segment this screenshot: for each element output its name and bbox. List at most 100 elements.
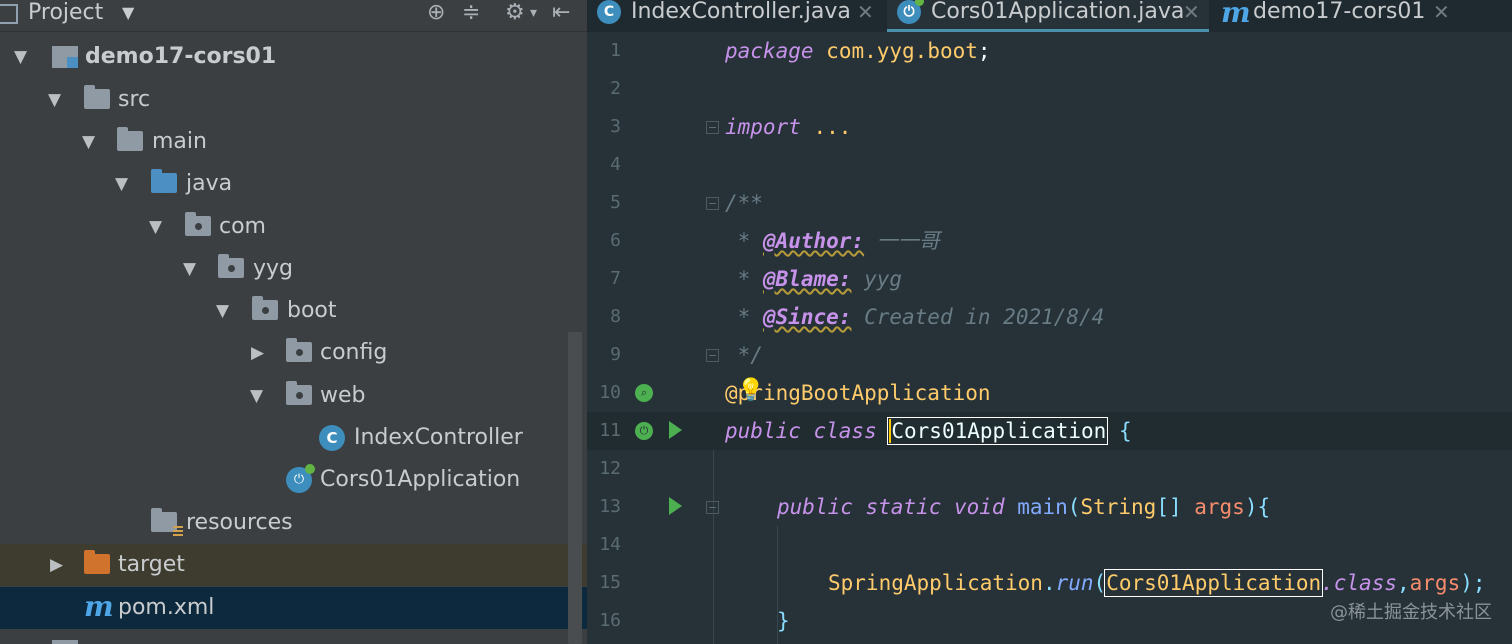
tree-node-label: IndexController [354,425,523,450]
collapse-arrow-icon[interactable]: ▶ [50,556,63,574]
package-icon [286,338,312,362]
code-line-current[interactable]: 11 ⏻ public class Cors01Application { [587,412,1512,450]
spring-boot-gutter-icon[interactable]: ⏻ [635,422,653,440]
hide-panel-icon[interactable]: ⇤ [552,0,570,26]
code-line[interactable]: 2 [587,70,1512,108]
comment: * [725,305,763,329]
tab-cors01-application[interactable]: ⏻ Cors01Application.java ✕ [887,0,1209,32]
tree-node-label: com [219,214,266,239]
line-number: 1 [610,40,621,61]
folder-icon [117,127,143,151]
code-text: * @Blame: yyg [725,265,902,293]
spring-boot-class-icon: ⏻ [897,0,924,24]
code-line[interactable]: 4 [587,146,1512,184]
spring-bean-gutter-icon[interactable]: ⌕ [635,384,653,402]
code-text: } [777,609,790,633]
tree-node-file[interactable]: m pom.xml [0,587,587,629]
tree-scrollbar[interactable] [568,332,582,644]
type-name: SpringApplication [828,571,1043,595]
keyword: .class [1321,571,1397,595]
expand-arrow-icon[interactable]: ▼ [48,91,61,109]
code-line[interactable]: 15 SpringApplication.run(Cors01Applicati… [587,564,1512,602]
tree-node-module-partial[interactable]: ▼ [0,630,587,644]
class-reference[interactable]: Cors01Application [1104,569,1324,597]
keyword: package [725,39,814,63]
code-line[interactable]: 13 public static void main(String[] args… [587,488,1512,526]
tree-node-folder[interactable]: ▼ main [0,121,587,163]
code-line[interactable]: 5 /** [587,184,1512,222]
tree-node-package[interactable]: ▼ yyg [0,248,587,290]
close-icon[interactable]: ✕ [1183,0,1200,24]
gear-icon[interactable]: ⚙ [505,0,525,26]
code-text: @pringBootApplication [725,379,991,407]
expand-arrow-icon[interactable]: ▼ [216,302,229,320]
line-number: 12 [599,458,621,479]
expand-arrow-icon[interactable]: ▼ [82,133,95,151]
project-panel-title[interactable]: Project [28,0,103,26]
tree-node-class[interactable]: C IndexController [0,417,587,459]
tree-node-label: java [186,171,233,196]
fold-icon[interactable] [706,349,719,362]
code-text: public class Cors01Application { [725,417,1132,445]
code-line[interactable]: 12 [587,450,1512,488]
expand-arrow-icon[interactable]: ▼ [14,48,27,66]
javadoc-tag: @Since: [762,305,852,329]
lightbulb-icon[interactable]: 💡 [737,378,764,404]
type-name: String [1080,495,1157,519]
collapse-all-icon[interactable]: ≑ [462,0,480,26]
expand-arrow-icon[interactable]: ▼ [115,175,128,193]
line-number: 7 [610,268,621,289]
class-name[interactable]: Cors01Application [887,417,1109,445]
excluded-folder-icon [84,550,110,574]
code-line[interactable]: 10 ⌕ @pringBootApplication 💡 [587,374,1512,412]
comment: * [725,229,763,253]
run-icon[interactable] [669,497,682,515]
run-icon[interactable] [669,421,682,439]
tree-node-module[interactable]: ▼ demo17-cors01 [0,36,587,78]
tree-node-folder[interactable]: ▼ java [0,163,587,205]
tree-node-package[interactable]: ▼ com [0,206,587,248]
parameter: args [1194,495,1245,519]
tab-pom-demo17[interactable]: m demo17-cors01 ✕ [1211,0,1451,32]
source-folder-icon [151,169,177,193]
locate-icon[interactable]: ⊕ [427,0,445,26]
tree-node-folder[interactable]: resources [0,502,587,544]
tree-node-package[interactable]: ▼ web [0,375,587,417]
close-icon[interactable]: ✕ [857,0,874,24]
tree-node-package[interactable]: ▼ boot [0,290,587,332]
code-text: package com.yyg.boot; [725,37,991,65]
fold-icon[interactable] [706,197,719,210]
fold-icon[interactable] [706,121,719,134]
module-icon [52,46,78,68]
tree-node-package[interactable]: ▶ config [0,332,587,374]
tree-node-label: main [152,129,207,154]
collapse-arrow-icon[interactable]: ▶ [251,344,264,362]
expand-arrow-icon[interactable]: ▼ [149,218,162,236]
code-line[interactable]: 6 * @Author: 一一哥 [587,222,1512,260]
tab-index-controller[interactable]: C IndexController.java ✕ [587,0,883,32]
code-line[interactable]: 7 * @Blame: yyg [587,260,1512,298]
tree-node-folder[interactable]: ▶ target [0,544,587,586]
chevron-down-icon[interactable]: ▼ [122,3,134,22]
code-line[interactable]: 1 package com.yyg.boot; [587,32,1512,70]
java-class-icon: C [319,425,345,451]
line-number: 6 [610,230,621,251]
tree-node-class[interactable]: ⏻ Cors01Application [0,459,587,501]
expand-arrow-icon[interactable]: ▼ [250,387,263,405]
close-icon[interactable]: ✕ [1433,0,1450,24]
tree-node-label: pom.xml [118,595,215,620]
package-icon [252,296,278,320]
line-number: 14 [599,534,621,555]
maven-icon: m [1221,0,1251,29]
code-line[interactable]: 14 [587,526,1512,564]
expand-arrow-icon[interactable]: ▼ [183,260,196,278]
code-line[interactable]: 3 import ... [587,108,1512,146]
tree-node-folder[interactable]: ▼ src [0,79,587,121]
code-line[interactable]: 9 */ [587,336,1512,374]
code-line[interactable]: 8 * @Since: Created in 2021/8/4 [587,298,1512,336]
code-area[interactable]: 1 package com.yyg.boot; 2 3 import ... 4… [587,32,1512,644]
javadoc-tag: @Author: [762,229,865,253]
folded-imports[interactable]: ... [801,115,852,139]
chevron-down-icon[interactable]: ▾ [530,0,537,26]
fold-icon[interactable] [706,501,719,514]
